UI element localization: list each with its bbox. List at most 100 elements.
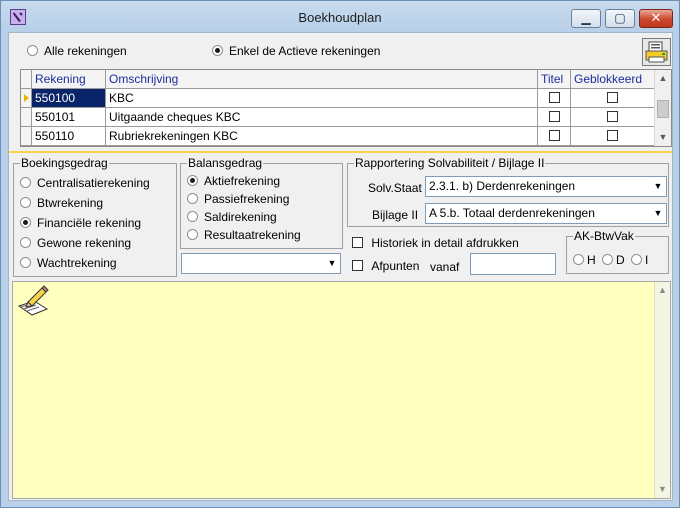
cell-rekening[interactable]: 550110 xyxy=(32,127,106,146)
historiek-checkbox[interactable] xyxy=(352,237,363,248)
scroll-down-icon[interactable]: ▼ xyxy=(655,130,671,144)
scroll-down-icon[interactable]: ▼ xyxy=(655,484,670,494)
geblokkeerd-checkbox[interactable] xyxy=(607,130,618,141)
cell-rekening[interactable]: 550101 xyxy=(32,108,106,127)
minimize-button[interactable]: ▁ xyxy=(571,9,601,28)
balansgedrag-legend: Balansgedrag xyxy=(187,156,264,170)
option-saldirekening[interactable]: Saldirekening xyxy=(187,210,277,224)
column-header-omschrijving[interactable]: Omschrijving xyxy=(106,70,538,89)
filter-active-radio[interactable]: Enkel de Actieve rekeningen xyxy=(212,44,380,58)
radio[interactable] xyxy=(20,197,31,208)
cell-titel[interactable] xyxy=(538,89,571,108)
maximize-button[interactable]: ▢ xyxy=(605,9,635,28)
filter-all-label: Alle rekeningen xyxy=(44,44,127,58)
table-row[interactable]: 550100 KBC xyxy=(21,89,655,108)
chevron-down-icon[interactable]: ▼ xyxy=(649,177,666,196)
option-aktiefrekening[interactable]: Aktiefrekening xyxy=(187,174,280,188)
application-window: Boekhoudplan ▁ ▢ ✕ Alle rekeningen Enkel… xyxy=(0,0,680,508)
balansgedrag-dropdown[interactable]: ▼ xyxy=(181,253,341,274)
cell-titel[interactable] xyxy=(538,108,571,127)
column-header-rekening[interactable]: Rekening xyxy=(32,70,106,89)
option-financiele-rekening[interactable]: Financiële rekening xyxy=(20,216,141,230)
filter-active-label: Enkel de Actieve rekeningen xyxy=(229,44,381,58)
rapportering-legend: Rapportering Solvabiliteit / Bijlage II xyxy=(354,156,546,170)
radio[interactable] xyxy=(20,257,31,268)
option-label: Btwrekening xyxy=(37,196,104,210)
cell-rekening[interactable]: 550100 xyxy=(32,89,106,108)
chevron-down-icon[interactable]: ▼ xyxy=(323,254,340,273)
column-header-geblokkeerd[interactable]: Geblokkeerd xyxy=(571,70,655,89)
table-row[interactable]: 550101 Uitgaande cheques KBC xyxy=(21,108,655,127)
afpunten-checkbox[interactable] xyxy=(352,260,363,271)
radio[interactable] xyxy=(187,229,198,240)
titel-checkbox[interactable] xyxy=(548,92,560,103)
client-area: Alle rekeningen Enkel de Actieve rekenin… xyxy=(8,32,673,501)
radio[interactable] xyxy=(187,211,198,222)
radio-active[interactable] xyxy=(212,45,223,56)
option-passiefrekening[interactable]: Passiefrekening xyxy=(187,192,289,206)
notes-textarea[interactable]: ▲ ▼ xyxy=(12,281,671,499)
scroll-up-icon[interactable]: ▲ xyxy=(655,71,671,85)
chevron-down-icon[interactable]: ▼ xyxy=(649,204,666,223)
scroll-thumb[interactable] xyxy=(657,100,669,118)
option-centralisatierekening[interactable]: Centralisatierekening xyxy=(20,176,150,190)
option-resultaatrekening[interactable]: Resultaatrekening xyxy=(187,228,301,242)
option-h-label: H xyxy=(587,253,596,267)
titel-checkbox[interactable] xyxy=(548,111,560,122)
radio-h[interactable] xyxy=(573,254,584,265)
option-label: Gewone rekening xyxy=(37,236,132,250)
radio[interactable] xyxy=(187,193,198,204)
title-bar[interactable]: Boekhoudplan ▁ ▢ ✕ xyxy=(1,1,679,31)
option-label: Wachtrekening xyxy=(37,256,117,270)
filter-all-radio[interactable]: Alle rekeningen xyxy=(27,44,127,58)
cell-omschrijving[interactable]: Rubriekrekeningen KBC xyxy=(106,127,538,146)
cell-geblokkeerd[interactable] xyxy=(571,108,655,127)
option-label: Aktiefrekening xyxy=(204,174,281,188)
option-btwrekening[interactable]: Btwrekening xyxy=(20,196,103,210)
cell-geblokkeerd[interactable] xyxy=(571,127,655,146)
option-label: Saldirekening xyxy=(204,210,277,224)
table-row[interactable]: 550110 Rubriekrekeningen KBC xyxy=(21,127,655,146)
header-corner xyxy=(21,70,32,89)
historiek-option[interactable]: Historiek in detail afdrukken xyxy=(352,236,519,250)
afpunten-option[interactable]: Afpunten xyxy=(352,259,419,273)
table-scrollbar[interactable]: ▲ ▼ xyxy=(654,70,671,146)
scroll-up-icon[interactable]: ▲ xyxy=(655,285,670,295)
close-button[interactable]: ✕ xyxy=(639,9,673,28)
solv-staat-dropdown[interactable]: 2.3.1. b) Derdenrekeningen ▼ xyxy=(425,176,667,197)
printer-icon xyxy=(645,41,668,63)
option-gewone-rekening[interactable]: Gewone rekening xyxy=(20,236,131,250)
cell-titel[interactable] xyxy=(538,127,571,146)
ak-btwvak-group: AK-BtwVak H D I xyxy=(566,229,669,274)
radio[interactable] xyxy=(20,237,31,248)
option-d-label: D xyxy=(616,253,625,267)
divider xyxy=(9,151,672,153)
vanaf-input[interactable] xyxy=(470,253,556,275)
maximize-icon: ▢ xyxy=(614,11,626,25)
geblokkeerd-checkbox[interactable] xyxy=(607,111,618,122)
geblokkeerd-checkbox[interactable] xyxy=(607,92,618,103)
radio-all[interactable] xyxy=(27,45,38,56)
notes-scrollbar[interactable]: ▲ ▼ xyxy=(654,282,670,498)
bijlage-label: Bijlage II xyxy=(372,208,419,222)
option-wachtrekening[interactable]: Wachtrekening xyxy=(20,256,117,270)
bijlage-dropdown[interactable]: A 5.b. Totaal derdenrekeningen ▼ xyxy=(425,203,667,224)
pencil-paper-icon xyxy=(17,285,49,316)
solv-staat-value: 2.3.1. b) Derdenrekeningen xyxy=(429,179,576,193)
radio-d[interactable] xyxy=(602,254,614,265)
cell-omschrijving[interactable]: Uitgaande cheques KBC xyxy=(106,108,538,127)
cell-omschrijving[interactable]: KBC xyxy=(106,89,538,108)
vanaf-label: vanaf xyxy=(430,260,460,274)
row-indicator xyxy=(21,127,32,146)
radio[interactable] xyxy=(20,217,31,228)
option-i-label: I xyxy=(645,253,649,267)
column-header-titel[interactable]: Titel xyxy=(538,70,571,89)
print-button[interactable] xyxy=(642,38,671,66)
radio-i[interactable] xyxy=(631,254,643,265)
radio[interactable] xyxy=(187,175,198,186)
option-label: Financiële rekening xyxy=(37,216,142,230)
boekingsgedrag-legend: Boekingsgedrag xyxy=(20,156,109,170)
titel-checkbox[interactable] xyxy=(548,130,560,141)
cell-geblokkeerd[interactable] xyxy=(571,89,655,108)
radio[interactable] xyxy=(20,177,31,188)
